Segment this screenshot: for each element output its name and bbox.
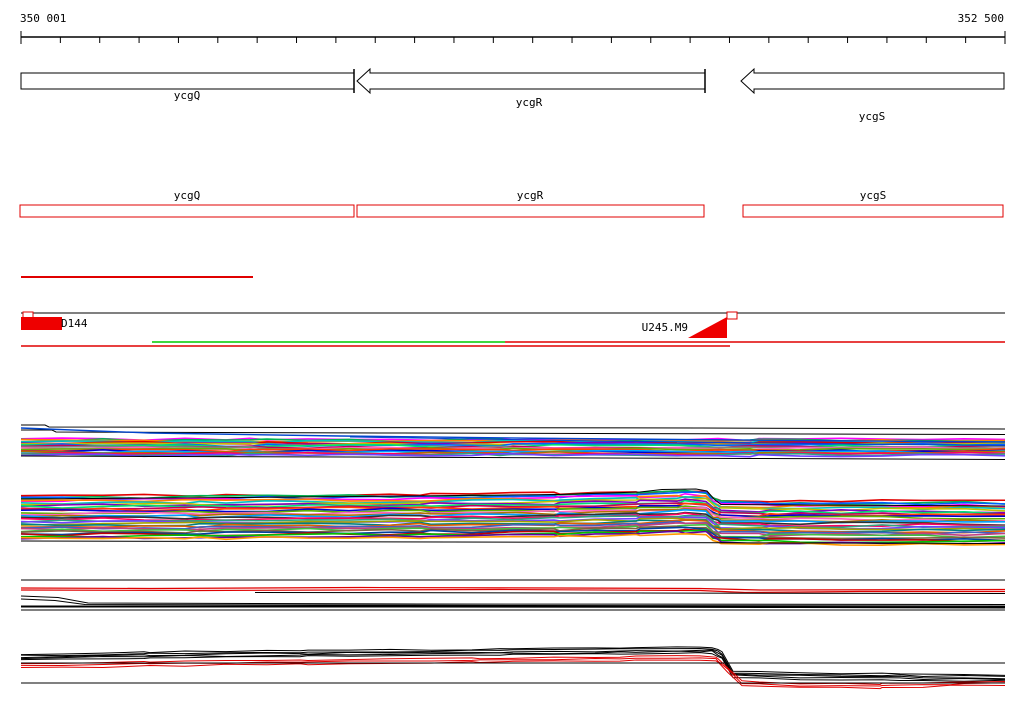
annotation-box-label-ycgR: ycgR: [516, 189, 544, 202]
annotation-box-label-ycgS: ycgS: [859, 189, 887, 202]
ruler-start-coordinate: 350 001: [20, 12, 67, 25]
annotation-box-label-ycgQ: ycgQ: [173, 189, 201, 202]
gene-arrow-label-ycgR: ycgR: [515, 96, 543, 109]
gene-box-ycgR[interactable]: [356, 204, 705, 218]
signal-panel-1: [20, 424, 1006, 460]
u245-open-box: [726, 311, 738, 320]
marker-label-d144: D144: [61, 317, 88, 330]
gene-box-ycgQ[interactable]: [19, 204, 355, 218]
signal-feature-line: [20, 598, 1006, 607]
signal-feature-line: [254, 592, 1006, 594]
signal-line: [20, 657, 1006, 687]
u245-triangle: [688, 317, 727, 338]
signal-panel-2: [20, 488, 1006, 546]
signal-line: [20, 648, 1006, 677]
signal-feature-line: [21, 424, 1006, 430]
gene-arrow-ycgQ[interactable]: [20, 72, 355, 90]
gene-arrow-ycgS[interactable]: [740, 67, 1005, 95]
gene-arrow-ycgR[interactable]: [356, 67, 706, 95]
signal-feature-line: [21, 605, 1006, 609]
gene-arrow-label-ycgQ: ycgQ: [173, 89, 201, 102]
signal-panel-4: [20, 646, 1006, 690]
marker-label-u245: U245.M9: [641, 321, 688, 334]
d144-block: [21, 317, 62, 330]
gene-arrow-label-ycgS: ycgS: [858, 110, 886, 123]
genome-browser-view: 350 001 352 500 ycgQ ycgR ycgS ycgQ ycgR…: [0, 0, 1024, 714]
signal-line: [20, 659, 1006, 690]
genome-browser-canvas: [19, 31, 1006, 690]
signal-feature-line: [20, 595, 1006, 605]
ruler-end-coordinate: 352 500: [957, 12, 1004, 25]
gene-box-ycgS[interactable]: [742, 204, 1004, 218]
signal-panel-3: [20, 579, 1006, 611]
